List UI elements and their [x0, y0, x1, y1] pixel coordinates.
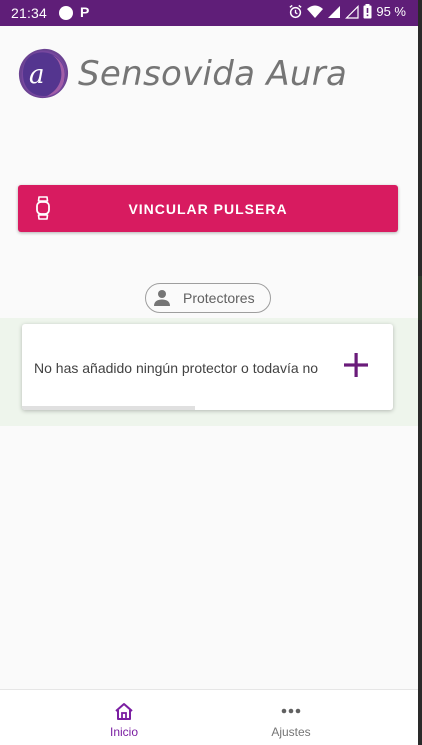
- app-logo: a Sensovida Aura: [17, 47, 347, 100]
- notification-dot-icon: [59, 6, 73, 20]
- status-app-letter: P: [80, 4, 90, 20]
- app-screen: 21:34 P 95 % a Sensovida Aura VINCULAR P…: [0, 0, 418, 745]
- card-scroll-indicator: [22, 406, 195, 410]
- screen-edge: [418, 0, 422, 745]
- protectors-card: No has añadido ningún protector o todaví…: [22, 324, 393, 410]
- no-protectors-message: No has añadido ningún protector o todaví…: [34, 360, 318, 376]
- link-bracelet-button[interactable]: VINCULAR PULSERA: [18, 185, 398, 232]
- wifi-icon: [307, 5, 324, 19]
- status-bar: 21:34 P 95 %: [0, 0, 418, 26]
- nav-item-inicio[interactable]: Inicio: [74, 690, 174, 745]
- add-protector-button[interactable]: [338, 349, 374, 385]
- bottom-navigation: Inicio Ajustes: [0, 689, 418, 745]
- nav-label-ajustes: Ajustes: [271, 725, 311, 739]
- protectors-chip-label: Protectores: [183, 290, 255, 306]
- nav-item-ajustes[interactable]: Ajustes: [241, 690, 341, 745]
- aura-logo-icon: a: [17, 47, 70, 100]
- nav-label-inicio: Inicio: [109, 725, 138, 739]
- svg-text:a: a: [29, 60, 45, 90]
- more-icon: [281, 701, 301, 721]
- protectors-chip[interactable]: Protectores: [145, 283, 271, 313]
- signal-empty-icon: [345, 4, 359, 19]
- edge-mark: [418, 276, 422, 320]
- app-title: Sensovida Aura: [78, 53, 348, 94]
- signal-icon: [327, 5, 341, 19]
- link-bracelet-label: VINCULAR PULSERA: [128, 200, 288, 217]
- status-icons: 95 %: [288, 4, 406, 19]
- battery-percent: 95 %: [376, 4, 406, 19]
- watch-icon: [35, 196, 51, 225]
- alarm-icon: [288, 4, 303, 19]
- person-icon: [153, 289, 171, 307]
- battery-icon: [363, 4, 372, 19]
- home-icon: [114, 701, 134, 721]
- plus-icon: [343, 352, 369, 383]
- status-time: 21:34: [11, 5, 48, 21]
